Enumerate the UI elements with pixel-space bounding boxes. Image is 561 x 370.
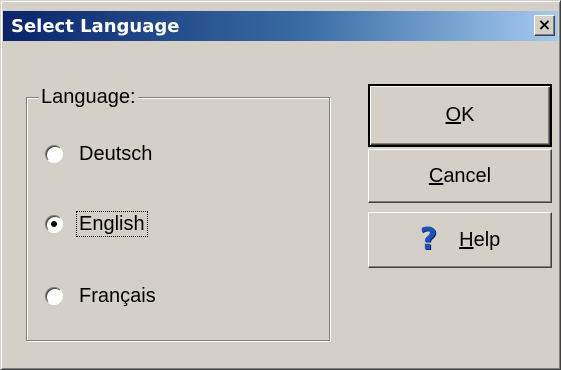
radio-label-deutsch: Deutsch	[79, 143, 153, 165]
help-button-label: Help	[459, 228, 501, 251]
question-mark-icon: ?	[419, 222, 438, 257]
help-button[interactable]: ? Help	[368, 212, 552, 268]
close-button[interactable]: ×	[534, 15, 555, 36]
radio-label-francais: Français	[79, 285, 156, 307]
title-bar[interactable]: Select Language ×	[3, 11, 558, 41]
language-group-label: Language:	[39, 86, 138, 108]
radio-button-circle-selected[interactable]	[45, 215, 63, 233]
window-title: Select Language	[11, 15, 180, 37]
radio-deutsch[interactable]: Deutsch	[45, 142, 154, 166]
radio-francais[interactable]: Français	[45, 284, 158, 308]
ok-button-label: OK	[445, 104, 475, 126]
close-icon: ×	[537, 15, 552, 34]
select-language-dialog: Select Language × Language: Deutsch Engl…	[0, 0, 561, 370]
radio-english[interactable]: English	[45, 211, 148, 237]
cancel-button[interactable]: Cancel	[368, 149, 552, 203]
ok-button[interactable]: OK	[368, 84, 552, 147]
radio-button-circle[interactable]	[45, 145, 63, 163]
radio-label-english: English	[76, 211, 148, 237]
cancel-button-label: Cancel	[428, 164, 492, 187]
radio-button-circle[interactable]	[45, 287, 63, 305]
